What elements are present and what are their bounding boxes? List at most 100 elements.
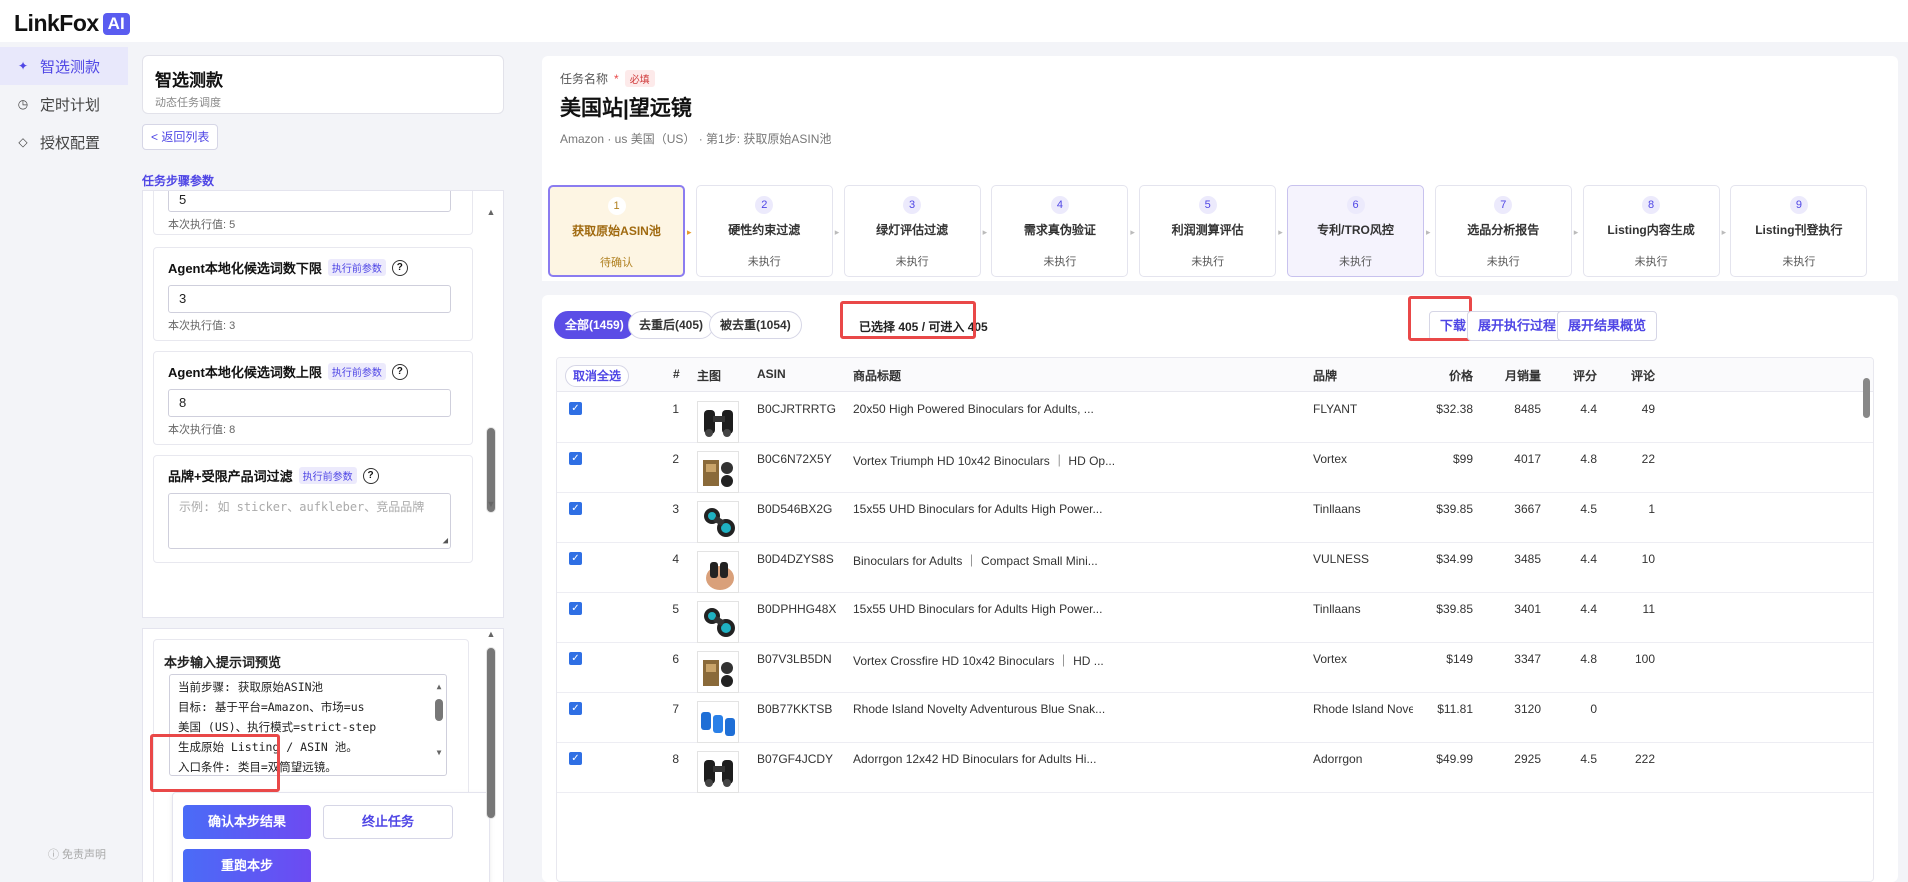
col-brand[interactable]: 品牌 <box>1313 367 1337 384</box>
task-title[interactable]: 美国站|望远镜 <box>560 92 692 122</box>
table-row[interactable]: ✓ 7 B0B77KKTSB Rhode Island Novelty Adventu… <box>557 693 1873 743</box>
resize-grip-icon[interactable]: ◢ <box>443 536 448 546</box>
expand-overview-button[interactable]: 展开结果概览 <box>1557 311 1658 341</box>
row-checkbox[interactable]: ✓ <box>569 752 582 765</box>
step-card-4[interactable]: 4 需求真伪验证 未执行 <box>991 185 1129 277</box>
step-status: 待确认 <box>600 257 633 269</box>
confirm-step-button[interactable]: 确认本步结果 <box>183 805 311 839</box>
col-price[interactable]: 价格 <box>1407 367 1473 384</box>
step-card-5[interactable]: 5 利润测算评估 未执行 <box>1139 185 1277 277</box>
row-asin[interactable]: B0DPHHG48X <box>757 602 847 616</box>
table-row[interactable]: ✓ 4 B0D4DZYS8S Binoculars for Adults ｜ Comp… <box>557 543 1873 593</box>
scroll-thumb[interactable] <box>435 699 443 721</box>
row-asin[interactable]: B0CJRTRRTG <box>757 402 847 416</box>
task-type-card: 智选测款 动态任务调度 <box>142 55 504 114</box>
row-asin[interactable]: B0B77KKTSB <box>757 702 847 716</box>
step-card-7[interactable]: 7 选品分析报告 未执行 <box>1434 185 1572 277</box>
product-image[interactable] <box>697 501 739 543</box>
col-asin[interactable]: ASIN <box>757 367 786 381</box>
product-image[interactable] <box>697 401 739 443</box>
deselect-all-button[interactable]: 取消全选 <box>565 365 630 387</box>
row-title: 15x55 UHD Binoculars for Adults High Pow… <box>853 502 1103 516</box>
col-image[interactable]: 主图 <box>697 367 721 384</box>
row-brand: FLYANT <box>1313 402 1358 416</box>
row-checkbox[interactable]: ✓ <box>569 402 582 415</box>
help-icon[interactable]: ? <box>391 363 408 380</box>
col-sales[interactable]: 月销量 <box>1477 367 1541 384</box>
row-asin[interactable]: B0C6N72X5Y <box>757 452 847 466</box>
help-icon[interactable]: ? <box>391 259 408 276</box>
filter-all-tab[interactable]: 全部(1459) <box>554 311 635 339</box>
nav-item-auth-config[interactable]: ◇ 授权配置 <box>0 123 128 161</box>
min-candidates-input[interactable]: 3 <box>168 285 451 313</box>
row-checkbox[interactable]: ✓ <box>569 652 582 665</box>
table-row[interactable]: ✓ 3 B0D546BX2G 15x55 UHD Binoculars for Adu… <box>557 493 1873 543</box>
filter-removed-tab[interactable]: 被去重(1054) <box>709 311 802 339</box>
scroll-up-icon[interactable]: ▲ <box>485 207 497 217</box>
disclaimer-link[interactable]: ⓘ 免责声明 <box>48 846 106 862</box>
step-card-6[interactable]: 6 专利/TRO风控 未执行 <box>1287 185 1424 277</box>
nav-item-schedule[interactable]: ◷ 定时计划 <box>0 85 128 123</box>
product-image[interactable] <box>697 551 739 593</box>
table-row[interactable]: ✓ 5 B0DPHHG48X 15x55 UHD Binoculars for Adu… <box>557 593 1873 643</box>
row-price: $39.85 <box>1436 602 1473 616</box>
nav-item-smart-selection[interactable]: ✦ 智选测款 <box>0 47 128 85</box>
product-image[interactable] <box>697 451 739 493</box>
row-sales: 8485 <box>1514 402 1541 416</box>
table-row[interactable]: ✓ 6 B07V3LB5DN Vortex Crossfire HD 10x42 Bi… <box>557 643 1873 693</box>
expand-process-button[interactable]: 展开执行过程 <box>1467 311 1568 341</box>
step-card-2[interactable]: 2 硬性约束过滤 未执行 <box>695 185 833 277</box>
table-scrollbar[interactable] <box>1861 358 1871 881</box>
step-card-3[interactable]: 3 绿灯评估过滤 未执行 <box>843 185 981 277</box>
prompt-box-scrollbar[interactable]: ▲ ▼ <box>485 629 497 882</box>
prompt-preview-textarea[interactable]: 当前步骤: 获取原始ASIN池 目标: 基于平台=Amazon、市场=us 美国… <box>169 674 447 776</box>
scroll-thumb[interactable] <box>1863 378 1870 418</box>
row-checkbox[interactable]: ✓ <box>569 502 582 515</box>
row-brand: Rhode Island Novelty <box>1313 702 1413 716</box>
step-card-8[interactable]: 8 Listing内容生成 未执行 <box>1582 185 1720 277</box>
step-card-9[interactable]: 9 Listing刊登执行 未执行 <box>1730 185 1868 277</box>
terminate-task-button[interactable]: 终止任务 <box>323 805 453 839</box>
params-scrollbar[interactable]: ▲ ▼ <box>485 191 497 571</box>
param-title-text: 品牌+受限产品词过滤 <box>168 469 293 484</box>
back-to-list-button[interactable]: < 返回列表 <box>142 124 219 150</box>
row-asin[interactable]: B07V3LB5DN <box>757 652 847 666</box>
scroll-down-icon[interactable]: ▼ <box>485 499 497 509</box>
row-asin[interactable]: B0D546BX2G <box>757 502 847 516</box>
table-row[interactable]: ✓ 1 B0CJRTRRTG 20x50 High Powered Binocular… <box>557 393 1873 443</box>
product-image[interactable] <box>697 651 739 693</box>
scroll-down-icon[interactable]: ▼ <box>434 743 444 763</box>
col-rating[interactable]: 评分 <box>1547 367 1597 384</box>
pre-exec-tag: 执行前参数 <box>327 363 386 380</box>
table-row[interactable]: ✓ 8 B07GF4JCDY Adorrgon 12x42 HD Binoculars… <box>557 743 1873 793</box>
step-connector-arrow-icon: ▸ <box>1426 227 1431 237</box>
filter-deduped-tab[interactable]: 去重后(405) <box>628 311 715 339</box>
row-checkbox[interactable]: ✓ <box>569 602 582 615</box>
col-index[interactable]: # <box>673 367 680 381</box>
brand-logo[interactable]: LinkFox AI <box>14 10 130 37</box>
col-title[interactable]: 商品标题 <box>853 367 901 384</box>
product-image[interactable] <box>697 601 739 643</box>
help-icon[interactable]: ? <box>362 467 379 484</box>
scroll-thumb[interactable] <box>486 647 496 819</box>
row-asin[interactable]: B0D4DZYS8S <box>757 552 847 566</box>
prompt-line: 目标: 基于平台=Amazon、市场=us <box>178 700 365 714</box>
brand-filter-textarea[interactable]: 示例: 如 sticker、aufkleber、竞品品牌 ◢ <box>168 493 451 549</box>
rerun-step-button[interactable]: 重跑本步 <box>183 849 311 882</box>
row-checkbox[interactable]: ✓ <box>569 452 582 465</box>
col-reviews[interactable]: 评论 <box>1631 367 1655 384</box>
prompt-scrollbar[interactable]: ▲ ▼ <box>434 677 444 763</box>
max-candidates-input[interactable]: 8 <box>168 389 451 417</box>
row-asin[interactable]: B07GF4JCDY <box>757 752 847 766</box>
step-card-1[interactable]: 1 获取原始ASIN池 待确认 <box>548 185 685 277</box>
row-rating: 4.4 <box>1580 402 1597 416</box>
product-image[interactable] <box>697 751 739 793</box>
param-prev-input[interactable]: 5 <box>168 191 451 212</box>
table-row[interactable]: ✓ 2 B0C6N72X5Y Vortex Triumph HD 10x42 Bino… <box>557 443 1873 493</box>
row-checkbox[interactable]: ✓ <box>569 552 582 565</box>
scroll-up-icon[interactable]: ▲ <box>485 629 497 639</box>
row-checkbox[interactable]: ✓ <box>569 702 582 715</box>
scroll-up-icon[interactable]: ▲ <box>434 677 444 697</box>
product-image[interactable] <box>697 701 739 743</box>
step-name: 获取原始ASIN池 <box>572 224 661 238</box>
